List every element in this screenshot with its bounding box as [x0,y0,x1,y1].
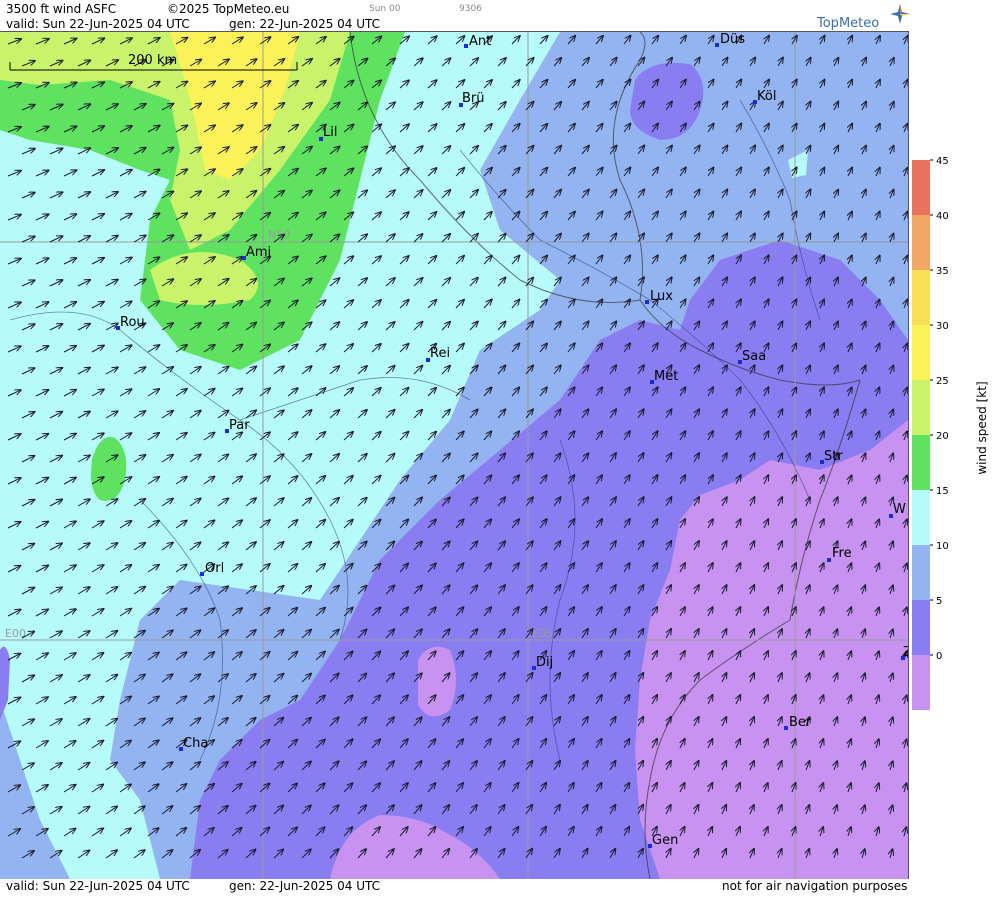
legend-swatch [912,435,930,490]
legend-swatch [912,215,930,270]
grid-label-lat: N50 [268,228,290,241]
city-w[interactable]: W [893,502,906,517]
wind-map[interactable]: N50 E00 E05 200 km Ant Düs Brü Köl Lil A… [0,32,908,879]
city-dot [715,43,719,47]
city-rei[interactable]: Rei [430,346,450,361]
city-dij[interactable]: Dij [536,655,553,670]
legend-swatch [912,380,930,435]
city-bru[interactable]: Brü [462,91,485,106]
footer-valid-time: valid: Sun 22-Jun-2025 04 UTC [6,879,190,893]
compass-star-icon [890,4,910,24]
city-dot [645,300,649,304]
copyright-text: ©2025 TopMeteo.eu [167,2,290,16]
map-title: 3500 ft wind ASFC [6,2,117,16]
legend-swatch [912,270,930,325]
legend-swatch [912,545,930,600]
legend-tick-label: 30 [936,321,949,332]
valid-time: valid: Sun 22-Jun-2025 04 UTC [6,17,190,31]
legend-tick-label: 40 [936,211,949,222]
city-dot [464,44,468,48]
small-code-label: 9306 [459,4,482,14]
city-fre[interactable]: Fre [832,546,852,561]
city-orl[interactable]: Orl [205,561,224,576]
city-ber[interactable]: Ber [789,715,812,730]
legend-swatch [912,655,930,710]
legend-tick-label: 5 [936,596,942,607]
legend-tick-label: 10 [936,541,949,552]
scale-bar-label: 200 km [128,53,177,68]
city-dot [200,572,204,576]
legend-tick-label: 45 [936,156,949,167]
legend-swatch [912,325,930,380]
legend-swatch [912,490,930,545]
legend-tick-label: 15 [936,486,949,497]
city-lil[interactable]: Lil [323,125,337,140]
legend-color-bar [912,160,930,710]
generated-time: gen: 22-Jun-2025 04 UTC [229,17,381,31]
legend-axis-label: wind speed [kt] [975,381,989,474]
city-par[interactable]: Par [229,418,250,433]
legend-tick-label: 35 [936,266,949,277]
city-ant[interactable]: Ant [469,34,491,49]
footer-disclaimer: not for air navigation purposes [722,879,908,893]
city-dot [784,726,788,730]
legend-tick-label: 0 [936,651,942,662]
city-lux[interactable]: Lux [650,289,673,304]
footer-generated-time: gen: 22-Jun-2025 04 UTC [229,879,381,893]
legend-ticks: 45 40 35 30 25 20 15 10 5 0 [930,156,949,662]
city-saa[interactable]: Saa [742,349,766,364]
city-rou[interactable]: Rou [120,315,145,330]
legend-tick-label: 25 [936,376,949,387]
city-ami[interactable]: Ami [246,245,271,260]
city-dot [827,558,831,562]
city-str[interactable]: Str [824,449,843,464]
city-gen[interactable]: Gen [652,833,678,848]
grid-label-lon-e05: E05 [532,627,553,640]
legend-tick-label: 20 [936,431,949,442]
legend-swatch [912,160,930,215]
city-cha[interactable]: Cha [183,736,208,751]
city-met[interactable]: Met [654,369,678,384]
city-dus[interactable]: Düs [720,32,745,47]
wind-speed-legend: 45 40 35 30 25 20 15 10 5 0 wind speed [kt] [908,0,1000,893]
city-kol[interactable]: Köl [757,89,776,104]
topmeteo-logo-text: TopMeteo [817,16,880,31]
small-time-label: Sun 00 [369,4,401,14]
legend-swatch [912,600,930,655]
